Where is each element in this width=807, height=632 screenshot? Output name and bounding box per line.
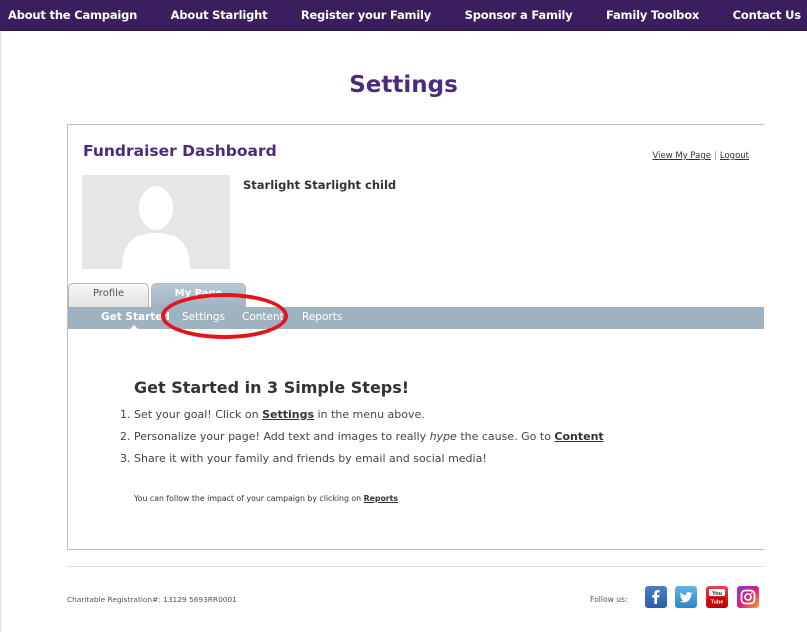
step-2-text: 2. Personalize your page! Add text and i… bbox=[120, 430, 430, 443]
link-separator: | bbox=[714, 151, 717, 161]
follow-us-label: Follow us: bbox=[590, 595, 628, 604]
view-my-page-link[interactable]: View My Page bbox=[652, 151, 711, 161]
nav-register-family[interactable]: Register your Family bbox=[301, 8, 431, 22]
youtube-icon[interactable]: You Tube bbox=[706, 586, 728, 608]
get-started-title: Get Started in 3 Simple Steps! bbox=[134, 378, 410, 397]
nav-sponsor-family[interactable]: Sponsor a Family bbox=[465, 8, 573, 22]
left-border bbox=[0, 31, 1, 632]
subnav-reports[interactable]: Reports bbox=[302, 311, 342, 323]
steps-list: 1. Set your goal! Click on Settings in t… bbox=[120, 408, 604, 474]
logout-link[interactable]: Logout bbox=[720, 151, 749, 161]
step-3: 3. Share it with your family and friends… bbox=[120, 452, 487, 465]
step-2: 2. Personalize your page! Add text and i… bbox=[120, 430, 604, 444]
step-1-text-end: in the menu above. bbox=[314, 408, 425, 421]
dashboard-title: Fundraiser Dashboard bbox=[83, 142, 277, 160]
followup-text: You can follow the impact of your campai… bbox=[134, 494, 398, 503]
charitable-registration: Charitable Registration#: 13129 5693RR00… bbox=[67, 595, 237, 604]
footer-divider bbox=[67, 566, 764, 567]
nav-family-toolbox[interactable]: Family Toolbox bbox=[606, 8, 699, 22]
avatar-placeholder-icon bbox=[82, 175, 230, 269]
top-navigation: About the Campaign About Starlight Regis… bbox=[0, 0, 807, 31]
nav-contact-us[interactable]: Contact Us bbox=[733, 8, 801, 22]
user-name: Starlight Starlight child bbox=[243, 178, 397, 192]
page-title: Settings bbox=[349, 72, 458, 98]
highlight-annotation-circle bbox=[161, 293, 288, 339]
dashboard-links: View My Page | Logout bbox=[652, 151, 749, 161]
twitter-icon[interactable] bbox=[675, 586, 697, 608]
dashboard-panel: Fundraiser Dashboard View My Page | Logout… bbox=[67, 124, 764, 550]
content-link[interactable]: Content bbox=[554, 430, 603, 443]
facebook-icon[interactable] bbox=[645, 586, 667, 608]
svg-text:Tube: Tube bbox=[711, 599, 724, 605]
subnav-get-started[interactable]: Get Started bbox=[101, 311, 170, 323]
step-1-text: 1. Set your goal! Click on bbox=[120, 408, 263, 421]
step-2-emphasis: hype bbox=[429, 430, 457, 443]
settings-link[interactable]: Settings bbox=[262, 408, 314, 421]
followup-text-body: You can follow the impact of your campai… bbox=[134, 494, 364, 503]
step-1: 1. Set your goal! Click on Settings in t… bbox=[120, 408, 604, 422]
instagram-icon[interactable] bbox=[737, 586, 759, 608]
svg-text:You: You bbox=[712, 591, 722, 597]
tab-profile[interactable]: Profile bbox=[68, 283, 149, 307]
nav-about-campaign[interactable]: About the Campaign bbox=[8, 8, 137, 22]
avatar bbox=[82, 175, 230, 269]
reports-link[interactable]: Reports bbox=[364, 494, 398, 503]
nav-about-starlight[interactable]: About Starlight bbox=[171, 8, 268, 22]
step-2-text-mid: the cause. Go to bbox=[456, 430, 555, 443]
active-tab-pointer bbox=[128, 325, 140, 331]
